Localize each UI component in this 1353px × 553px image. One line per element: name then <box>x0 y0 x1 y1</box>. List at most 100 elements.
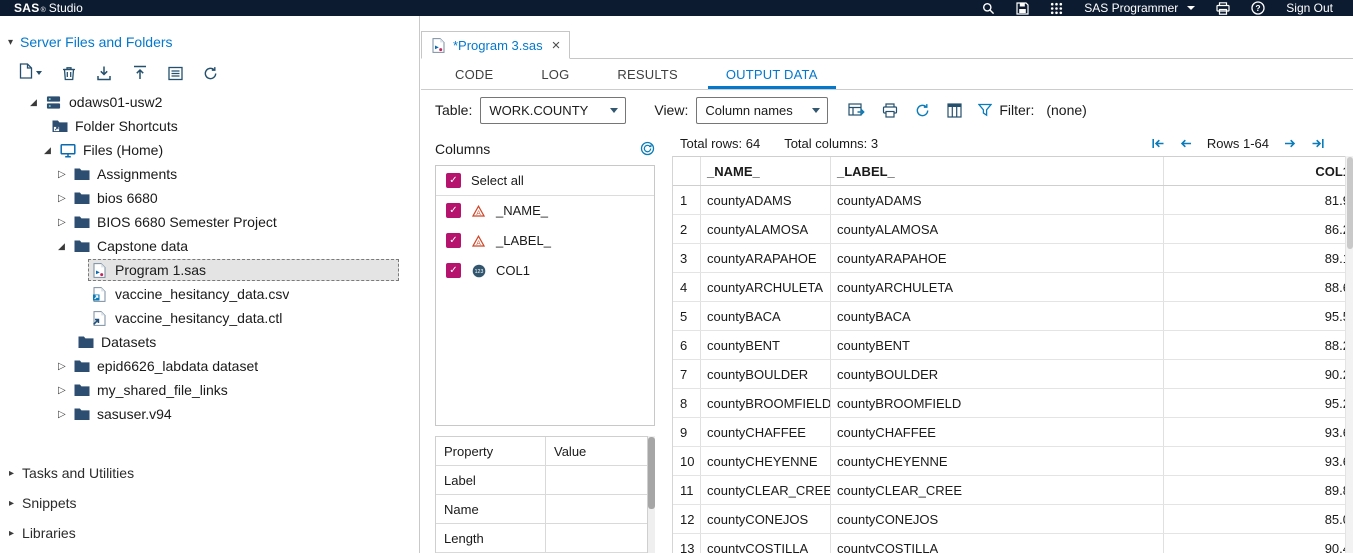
cell-name: countyCONEJOS <box>701 505 831 533</box>
table-select[interactable]: WORK.COUNTY <box>480 96 627 124</box>
cell-row-number: 1 <box>673 186 701 214</box>
tree-item-vaccine-hesitancy-data-csv[interactable]: vaccine_hesitancy_data.csv <box>0 282 419 306</box>
sign-out-link[interactable]: Sign Out <box>1286 1 1333 15</box>
column-header-label[interactable]: _LABEL_ <box>831 157 1164 185</box>
column-list-item-label[interactable]: ✓ A _LABEL_ <box>436 226 654 256</box>
tree-item-folder-shortcuts[interactable]: Folder Shortcuts <box>0 114 419 138</box>
tree-item-capstone-data[interactable]: ◢ Capstone data <box>0 234 419 258</box>
open-table-icon[interactable] <box>848 102 866 118</box>
expand-caret-icon[interactable]: ▷ <box>58 217 70 228</box>
view-select[interactable]: Column names <box>696 96 829 124</box>
tree-item-bios-6680-semester-project[interactable]: ▷ BIOS 6680 Semester Project <box>0 210 419 234</box>
checkbox-checked-icon[interactable]: ✓ <box>446 233 461 249</box>
section-collapsed-caret-icon[interactable]: ▸ <box>9 528 14 539</box>
previous-page-icon[interactable] <box>1179 137 1193 150</box>
checkbox-checked-icon[interactable]: ✓ <box>446 203 461 219</box>
collapse-caret-icon[interactable]: ◢ <box>30 97 42 108</box>
folder-icon <box>73 359 90 373</box>
tree-item-vaccine-hesitancy-data-ctl[interactable]: vaccine_hesitancy_data.ctl <box>0 306 419 330</box>
cell-label: countyALAMOSA <box>831 215 1164 243</box>
tree-item-datasets[interactable]: Datasets <box>0 330 419 354</box>
tree-item-epid6626-labdata-dataset[interactable]: ▷ epid6626_labdata dataset <box>0 354 419 378</box>
select-all-checkbox[interactable]: ✓ <box>446 172 461 188</box>
first-page-icon[interactable] <box>1151 137 1165 150</box>
sidebar-section-tasks-and-utilities[interactable]: ▸ Tasks and Utilities <box>0 458 419 488</box>
goto-column-icon[interactable] <box>947 102 962 118</box>
search-icon[interactable] <box>982 2 995 15</box>
download-button[interactable] <box>96 65 112 81</box>
expand-caret-icon[interactable]: ▷ <box>58 409 70 420</box>
table-row[interactable]: 7 countyBOULDER countyBOULDER 90.2 <box>673 360 1353 389</box>
section-collapsed-caret-icon[interactable]: ▸ <box>9 498 14 509</box>
next-page-icon[interactable] <box>1283 137 1297 150</box>
document-tab-program3[interactable]: *Program 3.sas × <box>421 31 571 59</box>
expand-caret-icon[interactable]: ▷ <box>58 385 70 396</box>
apps-grid-icon[interactable] <box>1050 2 1063 15</box>
refresh-table-icon[interactable] <box>915 103 930 118</box>
table-row[interactable]: 3 countyARAPAHOE countyARAPAHOE 89.1 <box>673 244 1353 273</box>
tree-item-odaws01-usw2[interactable]: ◢ odaws01-usw2 <box>0 90 419 114</box>
tree-item-my-shared-file-links[interactable]: ▷ my_shared_file_links <box>0 378 419 402</box>
sidebar-section-libraries[interactable]: ▸ Libraries <box>0 518 419 548</box>
print-table-icon[interactable] <box>882 102 898 118</box>
sidebar-bottom-sections: ▸ Tasks and Utilities ▸ Snippets ▸ Libraries <box>0 458 419 548</box>
column-list-item-col1[interactable]: ✓ 123 COL1 <box>436 256 654 286</box>
filter-funnel-icon[interactable] <box>978 103 993 117</box>
scrollbar-thumb[interactable] <box>1347 157 1353 249</box>
table-row[interactable]: 10 countyCHEYENNE countyCHEYENNE 93.6 <box>673 447 1353 476</box>
tree-item-assignments[interactable]: ▷ Assignments <box>0 162 419 186</box>
properties-button[interactable] <box>168 66 183 81</box>
tree-item-bios-6680[interactable]: ▷ bios 6680 <box>0 186 419 210</box>
table-row[interactable]: 9 countyCHAFFEE countyCHAFFEE 93.6 <box>673 418 1353 447</box>
select-all-row[interactable]: ✓ Select all <box>436 166 654 196</box>
table-row[interactable]: 12 countyCONEJOS countyCONEJOS 85.0 <box>673 505 1353 534</box>
cell-name: countyBROOMFIELD <box>701 389 831 417</box>
view-tab-output-data[interactable]: OUTPUT DATA <box>702 59 842 89</box>
refresh-columns-icon[interactable] <box>640 141 655 156</box>
column-header-name[interactable]: _NAME_ <box>701 157 831 185</box>
cell-row-number: 9 <box>673 418 701 446</box>
help-icon[interactable]: ? <box>1251 1 1265 15</box>
column-list-item-name[interactable]: ✓ A _NAME_ <box>436 196 654 226</box>
checkbox-checked-icon[interactable]: ✓ <box>446 263 461 279</box>
view-tab-code[interactable]: CODE <box>431 59 517 89</box>
print-icon[interactable] <box>1216 1 1230 15</box>
table-row[interactable]: 4 countyARCHULETA countyARCHULETA 88.6 <box>673 273 1353 302</box>
grid-scrollbar[interactable] <box>1345 156 1353 553</box>
cell-label: countyCHEYENNE <box>831 447 1164 475</box>
role-menu[interactable]: SAS Programmer <box>1084 1 1196 15</box>
collapse-caret-icon[interactable]: ◢ <box>44 145 56 156</box>
delete-button[interactable] <box>62 65 76 81</box>
view-tab-results[interactable]: RESULTS <box>593 59 701 89</box>
view-tab-log[interactable]: LOG <box>517 59 593 89</box>
expand-caret-icon[interactable]: ▷ <box>58 169 70 180</box>
column-header-col1[interactable]: COL1 <box>1164 157 1353 185</box>
sidebar-section-snippets[interactable]: ▸ Snippets <box>0 488 419 518</box>
table-row[interactable]: 5 countyBACA countyBACA 95.5 <box>673 302 1353 331</box>
refresh-button[interactable] <box>203 66 218 81</box>
table-row[interactable]: 13 countyCOSTILLA countyCOSTILLA 90.4 <box>673 534 1353 553</box>
scrollbar-thumb[interactable] <box>648 437 655 509</box>
sidebar-section-server-files[interactable]: ▾ Server Files and Folders <box>0 28 419 56</box>
save-icon[interactable] <box>1016 1 1029 15</box>
cell-col1: 90.4 <box>1324 540 1350 553</box>
table-row[interactable]: 11 countyCLEAR_CREE countyCLEAR_CREE 89.8 <box>673 476 1353 505</box>
table-row[interactable]: 2 countyALAMOSA countyALAMOSA 86.2 <box>673 215 1353 244</box>
collapse-caret-icon[interactable]: ◢ <box>58 241 70 252</box>
properties-scrollbar[interactable] <box>648 436 655 553</box>
expand-caret-icon[interactable]: ▷ <box>58 193 70 204</box>
tree-item-program-1-sas[interactable]: Program 1.sas <box>0 258 419 282</box>
table-row[interactable]: 6 countyBENT countyBENT 88.2 <box>673 331 1353 360</box>
close-tab-icon[interactable]: × <box>552 38 561 53</box>
last-page-icon[interactable] <box>1311 137 1325 150</box>
new-file-button[interactable] <box>19 62 42 84</box>
section-expanded-caret-icon[interactable]: ▾ <box>8 37 13 48</box>
tree-item-files-home[interactable]: ◢ Files (Home) <box>0 138 419 162</box>
tree-item-sasuser-v94[interactable]: ▷ sasuser.v94 <box>0 402 419 426</box>
svg-text:A: A <box>476 210 481 217</box>
section-collapsed-caret-icon[interactable]: ▸ <box>9 468 14 479</box>
table-row[interactable]: 1 countyADAMS countyADAMS 81.9 <box>673 186 1353 215</box>
expand-caret-icon[interactable]: ▷ <box>58 361 70 372</box>
upload-button[interactable] <box>132 65 148 81</box>
table-row[interactable]: 8 countyBROOMFIELD countyBROOMFIELD 95.2 <box>673 389 1353 418</box>
